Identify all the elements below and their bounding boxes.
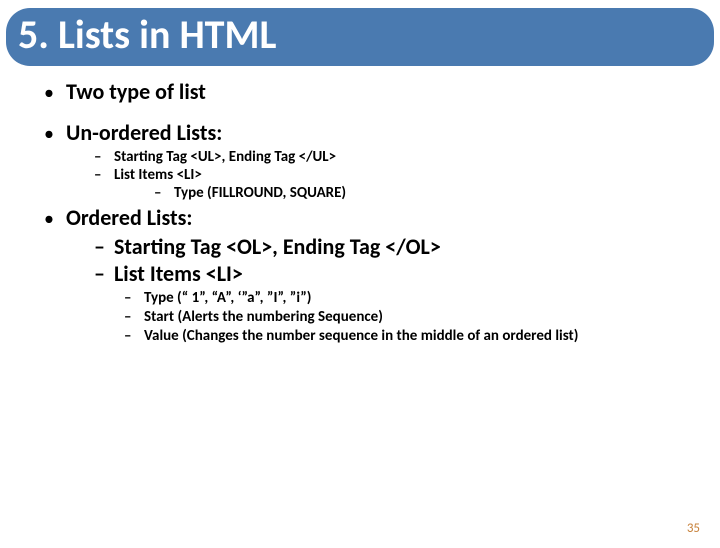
level1-list: • Two type of list • Un-ordered Lists: –…	[44, 78, 702, 345]
level3-text: Type (“ 1”, “A”, ‘”a”, ”I”, ”i”)	[144, 289, 311, 308]
list-item: – Starting Tag <UL>, Ending Tag </UL>	[94, 148, 702, 166]
level1-text: Two type of list	[66, 78, 206, 105]
level3-text: Type (FILLROUND, SQUARE)	[174, 184, 346, 202]
level3-text: Value (Changes the number sequence in th…	[144, 327, 578, 346]
level2-text: Starting Tag <OL>, Ending Tag </OL>	[114, 233, 441, 260]
bullet-dot-icon: •	[44, 124, 66, 144]
level3-list: – Type (“ 1”, “A”, ‘”a”, ”I”, ”i”) – Sta…	[124, 289, 702, 345]
bullet-dot-icon: •	[44, 83, 66, 103]
bullet-dash-icon: –	[94, 148, 114, 166]
list-item: • Un-ordered Lists: – Starting Tag <UL>,…	[44, 119, 702, 202]
slide-content: • Two type of list • Un-ordered Lists: –…	[0, 78, 720, 345]
list-item: – Type (FILLROUND, SQUARE)	[154, 184, 702, 202]
level1-text: Ordered Lists:	[66, 204, 192, 231]
level3-text: Start (Alerts the numbering Sequence)	[144, 308, 383, 327]
bullet-dash-icon: –	[94, 166, 114, 184]
list-item: • Ordered Lists: – Starting Tag <OL>, En…	[44, 204, 702, 345]
list-item: – Type (“ 1”, “A”, ‘”a”, ”I”, ”i”)	[124, 289, 702, 308]
level2-text: List Items <LI>	[114, 260, 243, 287]
slide-title-bar: 5. Lists in HTML	[6, 8, 714, 66]
bullet-dash-icon: –	[94, 233, 114, 260]
list-item: – Starting Tag <OL>, Ending Tag </OL>	[94, 233, 702, 260]
level3-list: – Type (FILLROUND, SQUARE)	[154, 184, 702, 202]
bullet-dash-icon: –	[124, 289, 144, 307]
level2-list: – Starting Tag <UL>, Ending Tag </UL> – …	[94, 148, 702, 202]
level2-list: – Starting Tag <OL>, Ending Tag </OL> – …	[94, 233, 702, 345]
list-item: – List Items <LI> – Type (FILLROUND, SQU…	[94, 166, 702, 202]
list-item: • Two type of list	[44, 78, 702, 105]
level2-text: List Items <LI>	[114, 166, 202, 184]
bullet-dash-icon: –	[94, 260, 114, 287]
list-item: – Value (Changes the number sequence in …	[124, 327, 702, 346]
bullet-dot-icon: •	[44, 209, 66, 229]
level2-text: Starting Tag <UL>, Ending Tag </UL>	[114, 148, 336, 166]
page-number: 35	[687, 521, 700, 536]
bullet-dash-icon: –	[154, 184, 174, 202]
bullet-dash-icon: –	[124, 327, 144, 345]
list-item: – List Items <LI> – Type (“ 1”, “A”, ‘”a…	[94, 260, 702, 345]
bullet-dash-icon: –	[124, 308, 144, 326]
level1-text: Un-ordered Lists:	[66, 119, 222, 146]
slide-title: 5. Lists in HTML	[18, 14, 702, 56]
list-item: – Start (Alerts the numbering Sequence)	[124, 308, 702, 327]
